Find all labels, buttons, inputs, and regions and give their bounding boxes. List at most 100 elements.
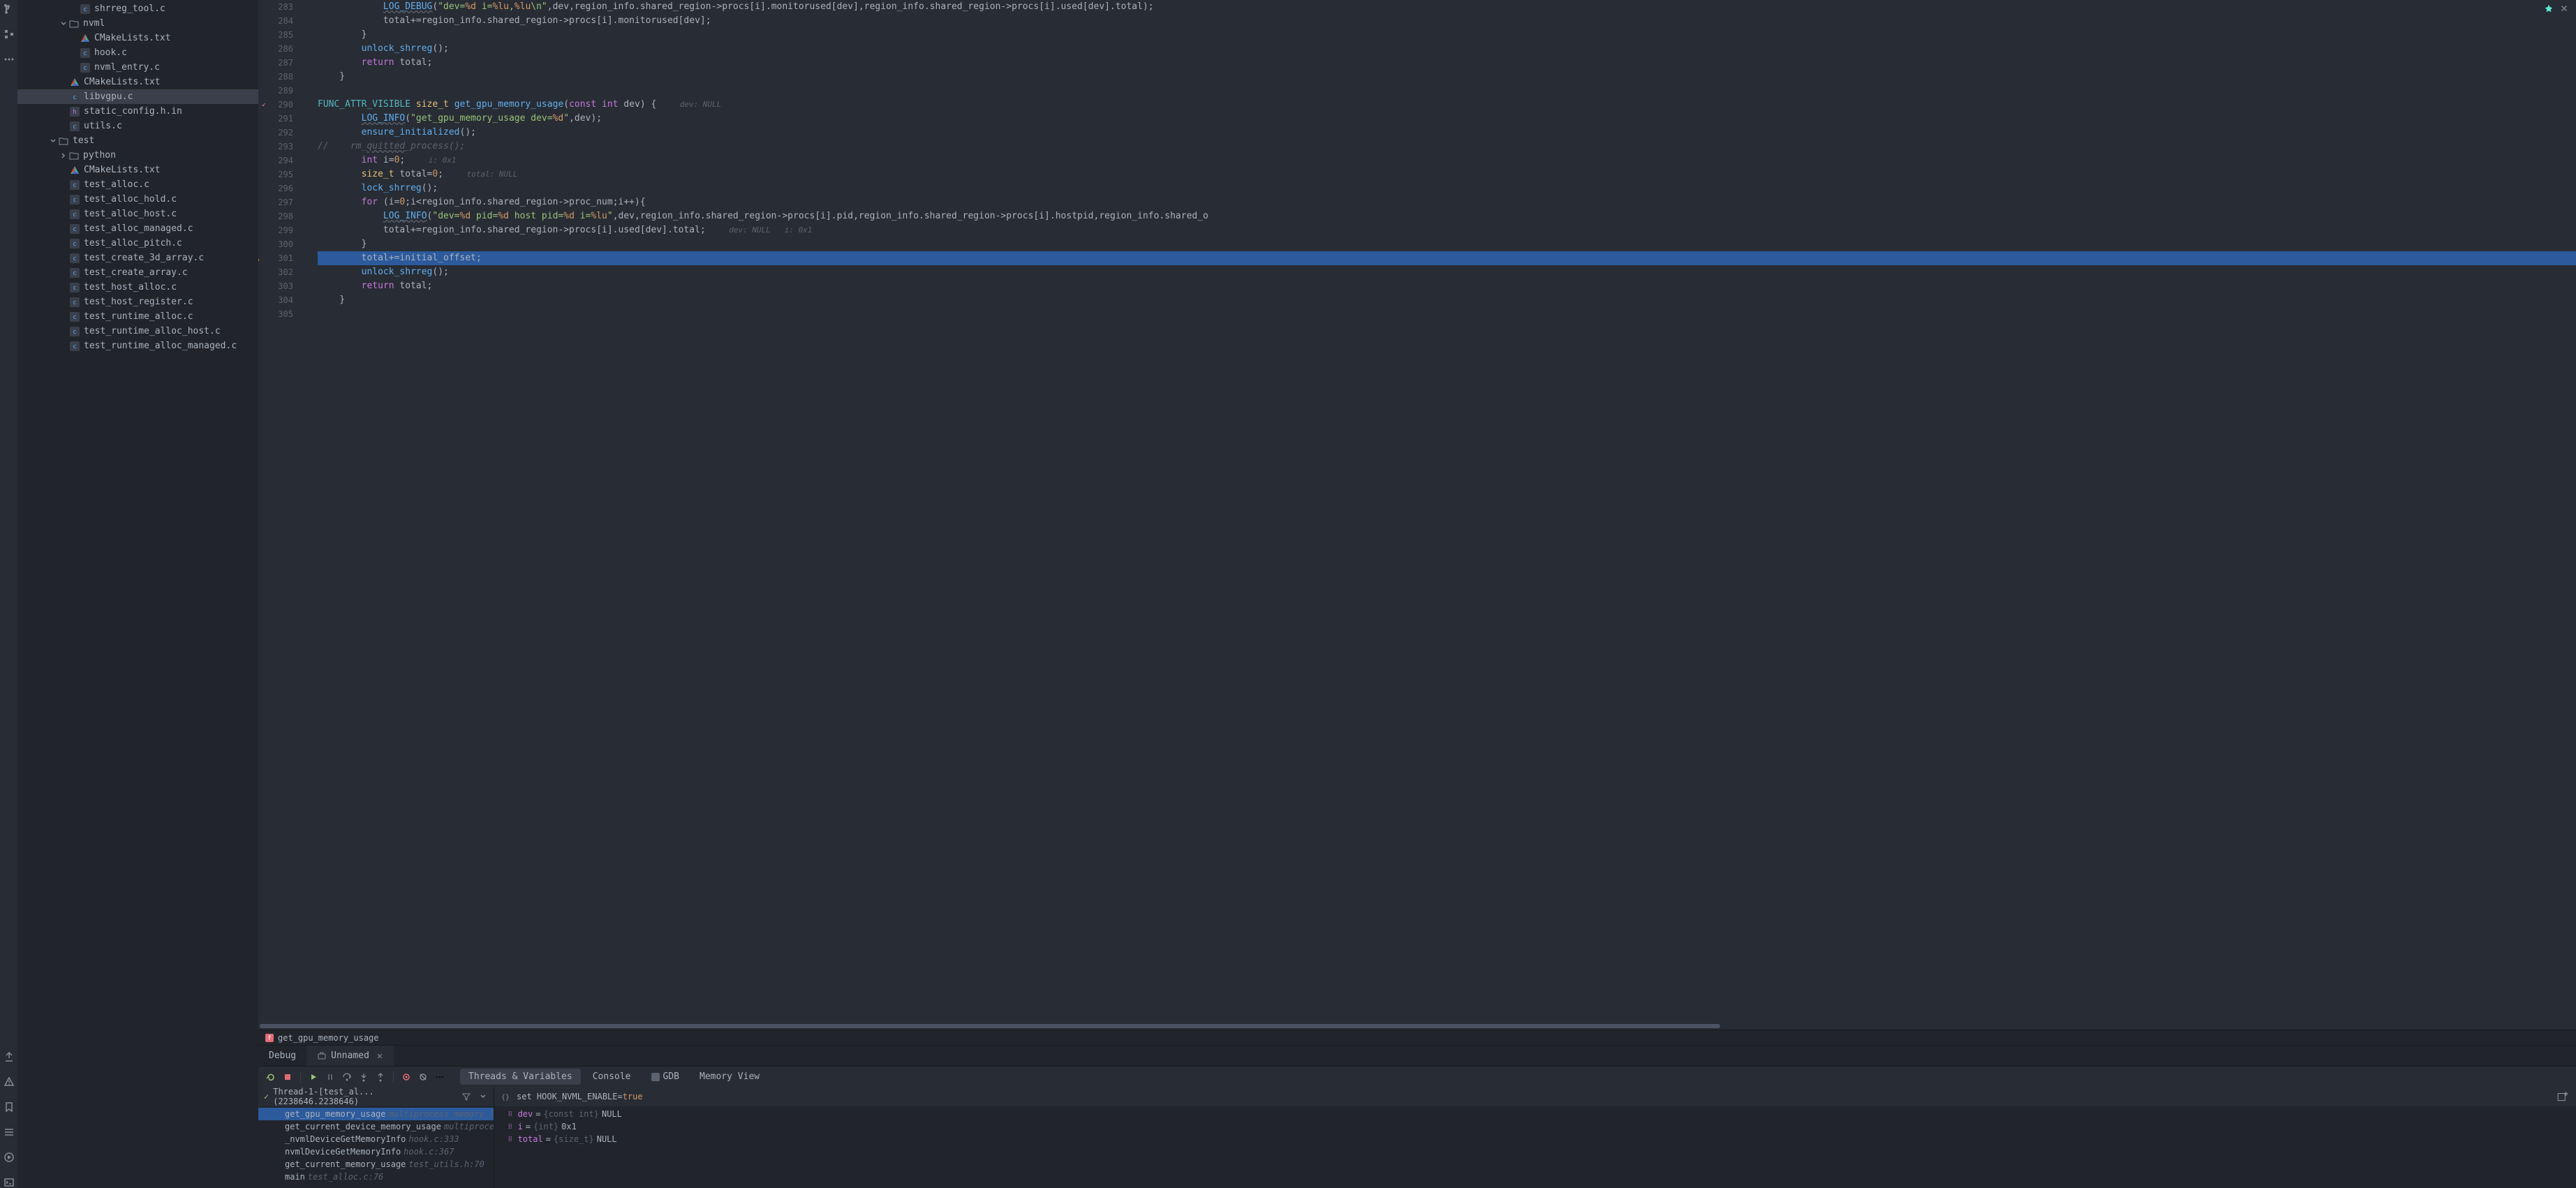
code-editor[interactable]: 283284285286287288289↙290291292293294295…: [258, 0, 2576, 1023]
pause-button[interactable]: [323, 1070, 337, 1084]
horizontal-scrollbar[interactable]: [258, 1023, 2576, 1030]
tree-item[interactable]: ctest_alloc.c: [17, 177, 258, 192]
subtab-memory-view[interactable]: Memory View: [691, 1069, 768, 1085]
gutter-line[interactable]: 299: [258, 223, 293, 237]
expression-input[interactable]: set HOOK_NVML_ENABLE=true: [517, 1092, 2556, 1101]
gutter-line[interactable]: 305: [258, 307, 293, 321]
tree-item[interactable]: nvml: [17, 16, 258, 31]
warning-icon[interactable]: [3, 1076, 15, 1087]
stack-frame[interactable]: _nvmlDeviceGetMemoryInfo hook.c:333: [258, 1133, 494, 1145]
stop-button[interactable]: [281, 1070, 295, 1084]
variable-row[interactable]: ⁞⁞dev = {const int} NULL: [494, 1108, 2576, 1120]
code-line[interactable]: total+=region_info.shared_region->procs[…: [318, 223, 2576, 237]
gutter-line[interactable]: 295: [258, 168, 293, 181]
gutter-line[interactable]: 298: [258, 209, 293, 223]
tree-item[interactable]: ctest_runtime_alloc.c: [17, 309, 258, 324]
code-line[interactable]: return total;: [318, 56, 2576, 70]
gutter-line[interactable]: 286: [258, 42, 293, 56]
code-line[interactable]: size_t total=0; total: NULL: [318, 168, 2576, 181]
code-line[interactable]: }: [318, 70, 2576, 84]
gutter-line[interactable]: 283: [258, 0, 293, 14]
run-icon[interactable]: [3, 1152, 15, 1163]
gutter-line[interactable]: 304: [258, 293, 293, 307]
code-line[interactable]: int i=0; i: 0x1: [318, 154, 2576, 168]
gutter-line[interactable]: 289: [258, 84, 293, 98]
close-tab-icon[interactable]: [376, 1053, 383, 1060]
tree-item[interactable]: cshrreg_tool.c: [17, 1, 258, 16]
code-line[interactable]: lock_shrreg();: [318, 181, 2576, 195]
more-icon[interactable]: [3, 54, 15, 65]
gutter-line[interactable]: 294: [258, 154, 293, 168]
gutter-line[interactable]: 291: [258, 112, 293, 126]
ai-assist-icon[interactable]: [2544, 3, 2554, 13]
rerun-button[interactable]: [264, 1070, 278, 1084]
structure-icon[interactable]: [3, 29, 15, 40]
gutter-line[interactable]: 288: [258, 70, 293, 84]
code-line[interactable]: ensure_initialized();: [318, 126, 2576, 140]
code-line[interactable]: unlock_shrreg();: [318, 42, 2576, 56]
tree-item[interactable]: test: [17, 133, 258, 148]
terminal-icon[interactable]: [3, 1177, 15, 1188]
tree-item[interactable]: chook.c: [17, 45, 258, 60]
code-line[interactable]: LOG_INFO("dev=%d pid=%d host pid=%d i=%l…: [318, 209, 2576, 223]
code-line[interactable]: [318, 84, 2576, 98]
tab-unnamed[interactable]: Unnamed: [306, 1046, 394, 1066]
stack-frame[interactable]: nvmlDeviceGetMemoryInfo hook.c:367: [258, 1145, 494, 1158]
code-line[interactable]: [318, 307, 2576, 321]
variable-row[interactable]: ⁞⁞i = {int} 0x1: [494, 1120, 2576, 1133]
list-icon[interactable]: [3, 1127, 15, 1138]
tree-item[interactable]: ctest_alloc_host.c: [17, 207, 258, 221]
branch-icon[interactable]: [3, 3, 15, 15]
gutter-line[interactable]: 287: [258, 56, 293, 70]
add-watch-icon[interactable]: [2556, 1090, 2569, 1103]
mute-breakpoints-button[interactable]: [416, 1070, 430, 1084]
tree-item[interactable]: CMakeLists.txt: [17, 163, 258, 177]
gutter-line[interactable]: ➜301: [258, 251, 293, 265]
code-line[interactable]: // rm_quitted_process();: [318, 140, 2576, 154]
gutter-line[interactable]: 284: [258, 14, 293, 28]
step-out-button[interactable]: [373, 1070, 387, 1084]
filter-icon[interactable]: [461, 1092, 471, 1101]
tree-item[interactable]: clibvgpu.c: [17, 89, 258, 104]
code-line[interactable]: LOG_INFO("get_gpu_memory_usage dev=%d",d…: [318, 112, 2576, 126]
resume-button[interactable]: [306, 1070, 320, 1084]
chevron-down-icon[interactable]: [478, 1092, 488, 1101]
evaluate-expression-row[interactable]: {} set HOOK_NVML_ENABLE=true: [494, 1087, 2576, 1106]
tree-item[interactable]: ctest_create_array.c: [17, 265, 258, 280]
bookmark-icon[interactable]: [3, 1101, 15, 1113]
tree-item[interactable]: cutils.c: [17, 119, 258, 133]
pull-icon[interactable]: [3, 1051, 15, 1062]
tab-debug[interactable]: Debug: [258, 1046, 306, 1066]
gutter-line[interactable]: ↙290: [258, 98, 293, 112]
code-line[interactable]: for (i=0;i<region_info.shared_region->pr…: [318, 195, 2576, 209]
stack-frame[interactable]: get_current_memory_usage test_utils.h:70: [258, 1158, 494, 1171]
gutter-line[interactable]: 285: [258, 28, 293, 42]
gutter-line[interactable]: 293: [258, 140, 293, 154]
tree-item[interactable]: hstatic_config.h.in: [17, 104, 258, 119]
breadcrumb[interactable]: f get_gpu_memory_usage: [258, 1030, 2576, 1045]
debug-more-button[interactable]: [433, 1070, 447, 1084]
code-line[interactable]: LOG_DEBUG("dev=%d i=%lu,%lu\n",dev,regio…: [318, 0, 2576, 14]
code-line[interactable]: }: [318, 293, 2576, 307]
tree-item[interactable]: ctest_runtime_alloc_host.c: [17, 324, 258, 339]
tree-item[interactable]: cnvml_entry.c: [17, 60, 258, 75]
gutter-line[interactable]: 296: [258, 181, 293, 195]
subtab-gdb[interactable]: GDB: [643, 1069, 688, 1085]
code-line[interactable]: unlock_shrreg();: [318, 265, 2576, 279]
variable-row[interactable]: ⁞⁞total = {size_t} NULL: [494, 1133, 2576, 1145]
subtab-threads-variables[interactable]: Threads & Variables: [460, 1069, 581, 1085]
tree-item[interactable]: ctest_create_3d_array.c: [17, 251, 258, 265]
step-over-button[interactable]: [340, 1070, 354, 1084]
code-line[interactable]: FUNC_ATTR_VISIBLE size_t get_gpu_memory_…: [318, 98, 2576, 112]
tree-item[interactable]: ctest_runtime_alloc_managed.c: [17, 339, 258, 353]
tree-item[interactable]: ctest_alloc_managed.c: [17, 221, 258, 236]
code-line[interactable]: }: [318, 237, 2576, 251]
step-into-button[interactable]: [357, 1070, 371, 1084]
tree-item[interactable]: ctest_alloc_pitch.c: [17, 236, 258, 251]
stack-frame[interactable]: main test_alloc.c:76: [258, 1171, 494, 1183]
gutter-line[interactable]: 303: [258, 279, 293, 293]
stack-frame[interactable]: get_current_device_memory_usage multipro…: [258, 1120, 494, 1133]
close-icon[interactable]: [2559, 3, 2569, 13]
code-line[interactable]: total+=initial_offset;: [318, 251, 2576, 265]
tree-item[interactable]: CMakeLists.txt: [17, 31, 258, 45]
